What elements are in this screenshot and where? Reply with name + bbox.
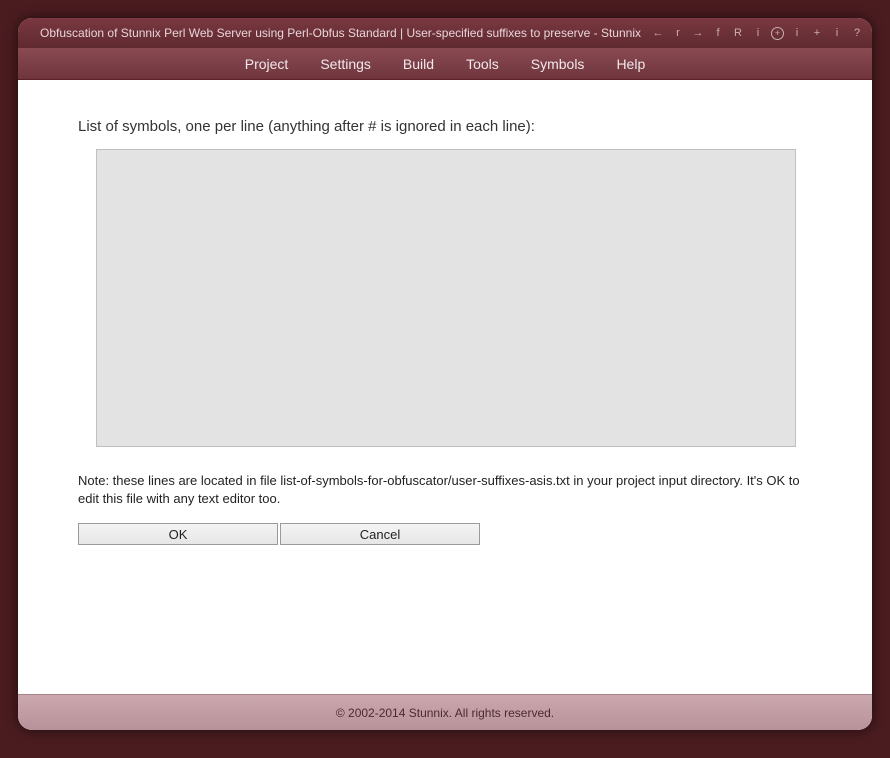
add-circle-icon[interactable]: +: [771, 27, 784, 40]
menu-help[interactable]: Help: [614, 52, 647, 76]
footer-text: © 2002-2014 Stunnix. All rights reserved…: [336, 706, 554, 720]
app-window: Obfuscation of Stunnix Perl Web Server u…: [18, 18, 872, 730]
footer: © 2002-2014 Stunnix. All rights reserved…: [18, 694, 872, 730]
separator-icon: i: [751, 26, 765, 40]
title-bar: Obfuscation of Stunnix Perl Web Server u…: [18, 18, 872, 48]
help-icon[interactable]: ?: [850, 26, 864, 40]
reload-icon[interactable]: R: [731, 26, 745, 40]
content-area: List of symbols, one per line (anything …: [18, 80, 872, 694]
forward-arrow-icon[interactable]: →: [691, 26, 705, 40]
plus-icon[interactable]: +: [810, 26, 824, 40]
separator-icon: i: [790, 26, 804, 40]
separator-icon: i: [830, 26, 844, 40]
ok-button[interactable]: OK: [78, 523, 278, 545]
window-title: Obfuscation of Stunnix Perl Web Server u…: [40, 26, 641, 40]
menu-settings[interactable]: Settings: [318, 52, 373, 76]
separator-icon: r: [671, 26, 685, 40]
menu-bar: Project Settings Build Tools Symbols Hel…: [18, 48, 872, 80]
note-text: Note: these lines are located in file li…: [78, 472, 812, 507]
menu-symbols[interactable]: Symbols: [529, 52, 587, 76]
menu-project[interactable]: Project: [243, 52, 291, 76]
menu-build[interactable]: Build: [401, 52, 436, 76]
back-arrow-icon[interactable]: ←: [651, 26, 665, 40]
symbols-textarea[interactable]: [96, 149, 796, 447]
button-row: OK Cancel: [78, 523, 812, 545]
separator-icon: f: [711, 26, 725, 40]
instruction-label: List of symbols, one per line (anything …: [78, 118, 812, 135]
cancel-button[interactable]: Cancel: [280, 523, 480, 545]
menu-tools[interactable]: Tools: [464, 52, 501, 76]
textarea-container: [96, 149, 812, 452]
